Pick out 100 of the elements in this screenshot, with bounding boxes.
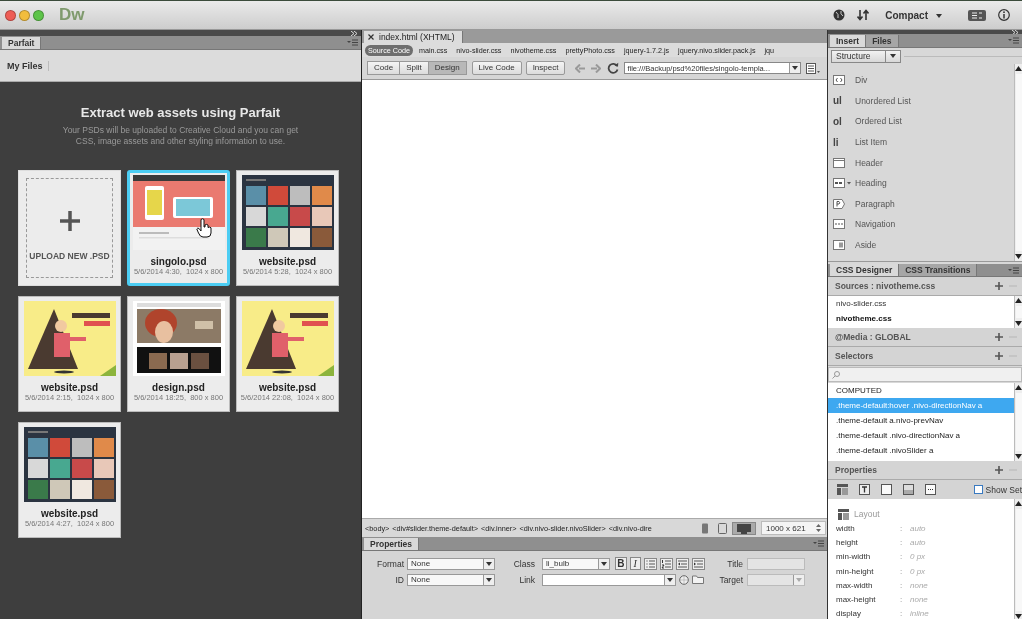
insert-item[interactable]: Heading xyxy=(828,172,1014,194)
numbered-list-icon[interactable] xyxy=(660,557,673,570)
caret-icon xyxy=(601,561,607,566)
background-icon[interactable] xyxy=(903,484,914,495)
view-options-icon[interactable] xyxy=(806,62,821,74)
view-mode-button[interactable]: Code xyxy=(367,61,400,75)
upload-card[interactable]: UPLOAD NEW .PSD xyxy=(18,170,121,286)
caret-icon xyxy=(486,577,492,582)
separator: : xyxy=(900,595,904,605)
close-button[interactable] xyxy=(5,9,16,21)
aside-icon xyxy=(833,240,845,251)
insert-item[interactable]: ul Unordered List xyxy=(828,90,1014,112)
globe-icon[interactable] xyxy=(833,9,846,21)
scroll-down-icon[interactable] xyxy=(1015,321,1022,326)
source-item[interactable]: nivotheme.css xyxy=(828,311,1014,326)
extension-icon[interactable] xyxy=(968,9,986,21)
insert-item[interactable]: Header xyxy=(828,152,1014,173)
scrollbar[interactable] xyxy=(1014,499,1022,619)
collapse-icon[interactable] xyxy=(1012,29,1018,35)
insert-item[interactable]: ol Ordered List xyxy=(828,111,1014,132)
phone-icon xyxy=(700,522,710,534)
scrollbar[interactable] xyxy=(1014,296,1022,328)
live-button[interactable]: Live Code xyxy=(471,61,522,75)
panel-tab[interactable]: Insert xyxy=(830,35,867,47)
plus-icon[interactable] xyxy=(995,466,1003,474)
insert-item[interactable]: Paragraph xyxy=(828,193,1014,215)
insert-item[interactable]: Div xyxy=(828,70,1014,91)
selector-item[interactable]: .theme-default .nivo-directionNav a xyxy=(828,428,1014,443)
layout-icon[interactable] xyxy=(837,484,848,495)
scroll-down-icon[interactable] xyxy=(1015,614,1022,619)
selector-item[interactable]: .theme-default .nivoSlider a xyxy=(828,443,1014,458)
panel-tab[interactable]: Properties xyxy=(364,538,420,550)
caret-icon xyxy=(486,561,492,566)
scroll-up-icon[interactable] xyxy=(1015,298,1022,303)
format-select[interactable]: None xyxy=(407,557,495,570)
link-field[interactable] xyxy=(542,573,676,586)
collapse-icon[interactable] xyxy=(351,30,357,36)
scroll-down-icon[interactable] xyxy=(1015,254,1022,259)
bold-button[interactable]: B xyxy=(615,557,627,570)
close-icon[interactable] xyxy=(368,34,374,40)
workspace-switcher[interactable]: Compact xyxy=(885,9,942,21)
indent-icon[interactable] xyxy=(692,557,705,570)
property-name: height xyxy=(836,537,859,547)
insert-item[interactable]: li List Item xyxy=(828,131,1014,153)
sort-arrows-icon[interactable] xyxy=(857,9,870,21)
selector-item[interactable]: .theme-default a.nivo-prevNav xyxy=(828,413,1014,428)
show-set-checkbox[interactable] xyxy=(973,485,983,494)
point-to-file-icon[interactable] xyxy=(679,574,689,585)
desktop-size-button[interactable] xyxy=(732,521,756,535)
source-item[interactable]: nivo-slider.css xyxy=(828,296,1014,311)
class-select[interactable]: li_bulb xyxy=(542,557,610,570)
folder-icon[interactable] xyxy=(692,575,704,584)
view-mode-button[interactable]: Design xyxy=(427,61,467,75)
panel-menu-icon[interactable] xyxy=(347,39,358,46)
plus-icon[interactable] xyxy=(995,352,1003,360)
plus-icon[interactable] xyxy=(995,333,1003,341)
panel-menu-icon[interactable] xyxy=(1008,266,1019,274)
caret-icon xyxy=(796,577,802,582)
paragraph-icon xyxy=(833,198,845,209)
scrollbar[interactable] xyxy=(1014,64,1022,261)
plus-icon[interactable] xyxy=(995,282,1003,290)
document-tab[interactable]: index.html (XHTML) xyxy=(364,31,463,43)
window-size-field[interactable]: 1000 x 621 xyxy=(761,521,826,535)
view-mode-button[interactable]: Split xyxy=(399,61,428,75)
text-icon[interactable] xyxy=(859,484,870,495)
info-icon[interactable] xyxy=(998,9,1010,21)
scroll-up-icon[interactable] xyxy=(1015,66,1022,71)
separator: : xyxy=(900,523,904,533)
scroll-up-icon[interactable] xyxy=(1015,501,1022,506)
panel-tab[interactable]: CSS Designer xyxy=(830,264,900,276)
refresh-icon[interactable] xyxy=(607,62,620,74)
panel-tab[interactable]: Parfait xyxy=(2,37,42,49)
selectors-header: Selectors xyxy=(835,351,874,361)
border-icon[interactable] xyxy=(881,484,892,495)
title-field[interactable] xyxy=(747,557,805,570)
panel-menu-icon[interactable] xyxy=(813,540,824,547)
caret-icon xyxy=(889,54,896,58)
search-field[interactable] xyxy=(828,367,1022,382)
panel-menu-icon[interactable] xyxy=(1008,37,1019,44)
more-icon[interactable] xyxy=(925,484,936,495)
italic-button[interactable]: I xyxy=(629,557,641,570)
insert-item[interactable]: Navigation xyxy=(828,214,1014,235)
field-label: Title xyxy=(726,558,744,569)
live-button[interactable]: Inspect xyxy=(525,61,566,75)
panel-tab[interactable]: Files xyxy=(866,35,899,47)
panel-heading: Extract web assets using Parfait xyxy=(79,105,282,121)
selector-item[interactable]: COMPUTED xyxy=(828,383,1014,398)
scroll-up-icon[interactable] xyxy=(1015,385,1022,390)
caret-icon[interactable] xyxy=(792,66,799,70)
category-select[interactable]: Structure xyxy=(831,49,901,63)
tablet-size-button[interactable] xyxy=(715,521,729,535)
panel-tab[interactable]: CSS Transitions xyxy=(899,264,978,276)
zoom-button[interactable] xyxy=(33,9,44,21)
my-files-tab[interactable]: My Files xyxy=(7,60,49,71)
field-label: Target xyxy=(718,574,744,585)
scroll-down-icon[interactable] xyxy=(1015,454,1022,459)
insert-item[interactable]: Aside xyxy=(828,234,1014,256)
scrollbar[interactable] xyxy=(1014,383,1022,461)
field-label: Format xyxy=(376,558,405,569)
id-select[interactable]: None xyxy=(407,573,495,586)
